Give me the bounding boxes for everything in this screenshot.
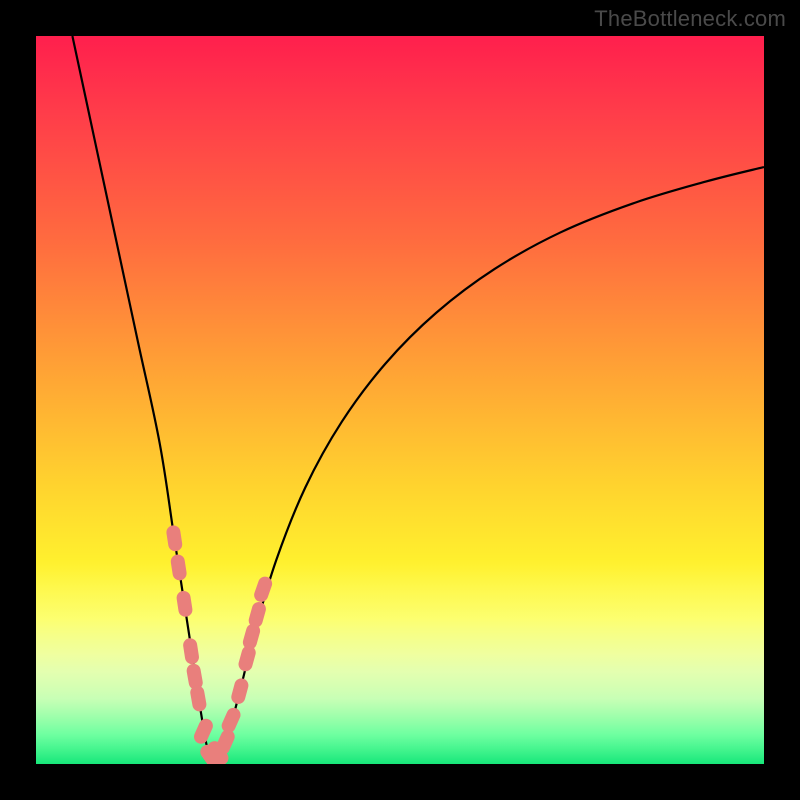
curve-marker <box>165 524 183 552</box>
curve-svg <box>36 36 764 764</box>
curve-marker <box>230 677 250 706</box>
bottleneck-curve <box>72 36 764 759</box>
marker-group <box>165 524 274 764</box>
curve-marker <box>182 637 200 665</box>
curve-marker <box>170 554 188 582</box>
curve-marker <box>176 590 194 618</box>
watermark-text: TheBottleneck.com <box>594 6 786 32</box>
outer-frame: TheBottleneck.com <box>0 0 800 800</box>
curve-marker <box>219 706 242 735</box>
curve-marker <box>192 717 215 746</box>
plot-area <box>36 36 764 764</box>
curve-marker <box>189 684 207 712</box>
